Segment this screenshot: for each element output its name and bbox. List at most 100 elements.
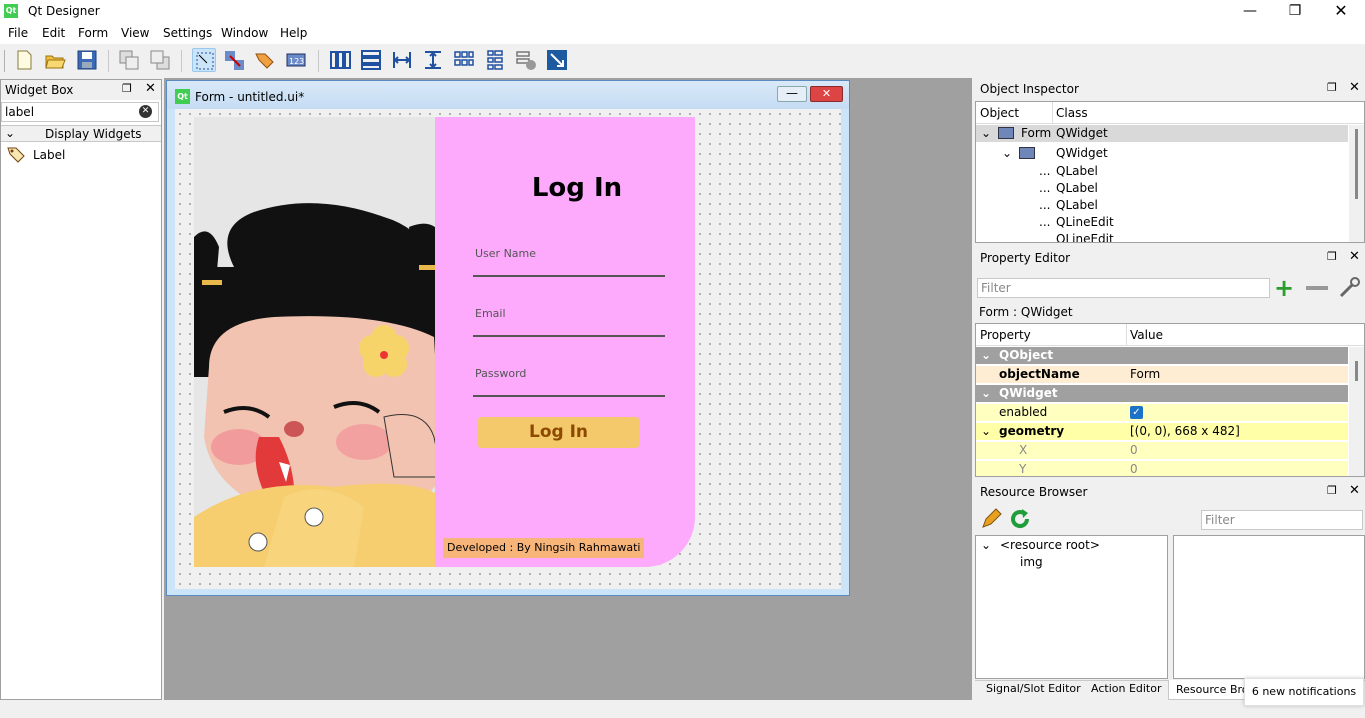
property-filter-input[interactable]: Filter [977, 278, 1270, 298]
property-label: objectName [999, 367, 1080, 381]
email-input[interactable]: Email [473, 303, 665, 337]
column-object: Object [980, 106, 1020, 120]
form-minimize-button[interactable]: — [777, 86, 807, 102]
add-property-icon[interactable]: + [1274, 276, 1294, 300]
object-name: Form [1021, 126, 1052, 140]
float-icon[interactable]: ❐ [1327, 250, 1337, 263]
username-input[interactable]: User Name [473, 243, 665, 277]
tree-row[interactable]: ... QLabel [976, 163, 1348, 180]
new-file-icon[interactable] [12, 48, 36, 72]
tab-resource-browser[interactable]: Resource Brow [1168, 680, 1248, 700]
resource-filter-input[interactable]: Filter [1201, 510, 1363, 530]
close-button[interactable]: ✕ [1318, 0, 1364, 24]
minimize-button[interactable]: — [1227, 0, 1273, 24]
tree-row[interactable]: ... QLabel [976, 180, 1348, 197]
close-panel-icon[interactable]: ✕ [1349, 249, 1360, 264]
property-row-x[interactable]: X0 [976, 442, 1348, 459]
tree-row[interactable]: QLineEdit [976, 231, 1348, 242]
svg-text:123: 123 [289, 57, 304, 66]
menu-form[interactable]: Form [78, 26, 108, 40]
float-icon[interactable]: ❐ [1327, 81, 1337, 94]
form-close-button[interactable]: ✕ [810, 86, 843, 102]
property-group-qwidget[interactable]: ⌄ QWidget [976, 385, 1348, 402]
label-widget-icon [6, 145, 26, 166]
layout-vertical-splitter-icon[interactable] [421, 48, 445, 72]
password-input[interactable]: Password [473, 363, 665, 397]
close-panel-icon[interactable]: ✕ [145, 81, 156, 96]
send-to-back-icon[interactable] [117, 48, 141, 72]
class-name: QLineEdit [1056, 215, 1114, 229]
scrollbar[interactable] [1349, 347, 1364, 476]
remove-property-icon[interactable] [1306, 286, 1328, 290]
configure-wrench-icon[interactable] [1337, 276, 1361, 300]
close-panel-icon[interactable]: ✕ [1349, 80, 1360, 95]
login-button[interactable]: Log In [478, 417, 639, 448]
float-icon[interactable]: ❐ [1327, 484, 1337, 497]
layout-horizontal-icon[interactable] [328, 48, 352, 72]
window-title: Qt Designer [28, 4, 100, 18]
group-label: QWidget [999, 386, 1058, 400]
property-row-objectname[interactable]: objectName Form [976, 366, 1348, 383]
layout-form-icon[interactable] [483, 48, 507, 72]
edit-signals-slots-icon[interactable] [222, 48, 246, 72]
property-value[interactable]: 0 [1130, 442, 1138, 459]
developer-footer: Developed : By Ningsih Rahmawati [443, 538, 645, 558]
property-label: Y [1019, 462, 1027, 476]
property-row-y[interactable]: Y0 [976, 461, 1348, 476]
column-class: Class [1056, 106, 1088, 120]
menu-view[interactable]: View [121, 26, 149, 40]
edit-widgets-icon[interactable] [192, 48, 216, 72]
property-row-enabled[interactable]: enabled ✓ [976, 404, 1348, 421]
property-label: geometry [999, 424, 1065, 438]
resource-browser-header: Resource Browser ❐ ✕ [975, 482, 1365, 504]
tree-row-form[interactable]: ⌄ Form QWidget [976, 125, 1348, 142]
property-value[interactable]: [(0, 0), 668 x 482] [1130, 423, 1240, 440]
tree-row[interactable]: ⌄ QWidget [976, 145, 1348, 162]
edit-resources-pencil-icon[interactable] [979, 507, 1003, 531]
category-display-widgets[interactable]: ⌄ Display Widgets [1, 125, 161, 142]
save-icon[interactable] [75, 48, 99, 72]
property-group-qobject[interactable]: ⌄ QObject [976, 347, 1348, 364]
property-columns: Property Value [976, 324, 1364, 346]
layout-vertical-icon[interactable] [359, 48, 383, 72]
edit-buddies-icon[interactable] [253, 48, 277, 72]
menu-settings[interactable]: Settings [163, 26, 212, 40]
tree-row[interactable]: ... QLineEdit [976, 214, 1348, 231]
layout-horizontal-splitter-icon[interactable] [390, 48, 414, 72]
bring-to-front-icon[interactable] [148, 48, 172, 72]
widget-icon [1019, 147, 1035, 159]
column-property: Property [980, 328, 1031, 342]
widget-item-label[interactable]: Label [33, 148, 65, 162]
break-layout-icon[interactable] [514, 48, 538, 72]
adjust-size-icon[interactable] [545, 48, 569, 72]
float-icon[interactable]: ❐ [122, 82, 132, 95]
layout-grid-icon[interactable] [452, 48, 476, 72]
menu-edit[interactable]: Edit [42, 26, 65, 40]
menu-window[interactable]: Window [221, 26, 268, 40]
tab-action-editor[interactable]: Action Editor [1091, 682, 1162, 695]
widget-box-panel [0, 79, 162, 700]
form-canvas: Log In User Name Email Password Log In D… [175, 109, 841, 589]
menu-file[interactable]: File [8, 26, 28, 40]
property-row-geometry[interactable]: ⌄ geometry [(0, 0), 668 x 482] [976, 423, 1348, 440]
reload-icon[interactable] [1008, 507, 1032, 531]
object-inspector-tree: Object Class ⌄ Form QWidget ⌄ QWidget ..… [975, 101, 1365, 243]
restore-button[interactable]: ❐ [1272, 0, 1318, 24]
notification-toast[interactable]: 6 new notifications [1244, 678, 1364, 706]
widget-search-input[interactable]: label ✕ [1, 102, 159, 122]
tree-row[interactable]: ... QLabel [976, 197, 1348, 214]
tab-signal-slot-editor[interactable]: Signal/Slot Editor [986, 682, 1081, 695]
scrollbar[interactable] [1349, 125, 1364, 242]
object-name: ... [1039, 164, 1051, 178]
property-value[interactable]: 0 [1130, 461, 1138, 476]
menu-help[interactable]: Help [280, 26, 307, 40]
edit-tab-order-icon[interactable]: 123 [284, 48, 308, 72]
enabled-checkbox[interactable]: ✓ [1130, 406, 1143, 419]
collapse-icon: ⌄ [5, 126, 16, 140]
close-panel-icon[interactable]: ✕ [1349, 483, 1360, 498]
property-value[interactable]: Form [1130, 366, 1160, 383]
resource-img-row[interactable]: img [976, 554, 1166, 571]
open-folder-icon[interactable] [43, 48, 67, 72]
clear-search-icon[interactable]: ✕ [139, 105, 152, 118]
resource-root-row[interactable]: ⌄ <resource root> [976, 537, 1166, 554]
